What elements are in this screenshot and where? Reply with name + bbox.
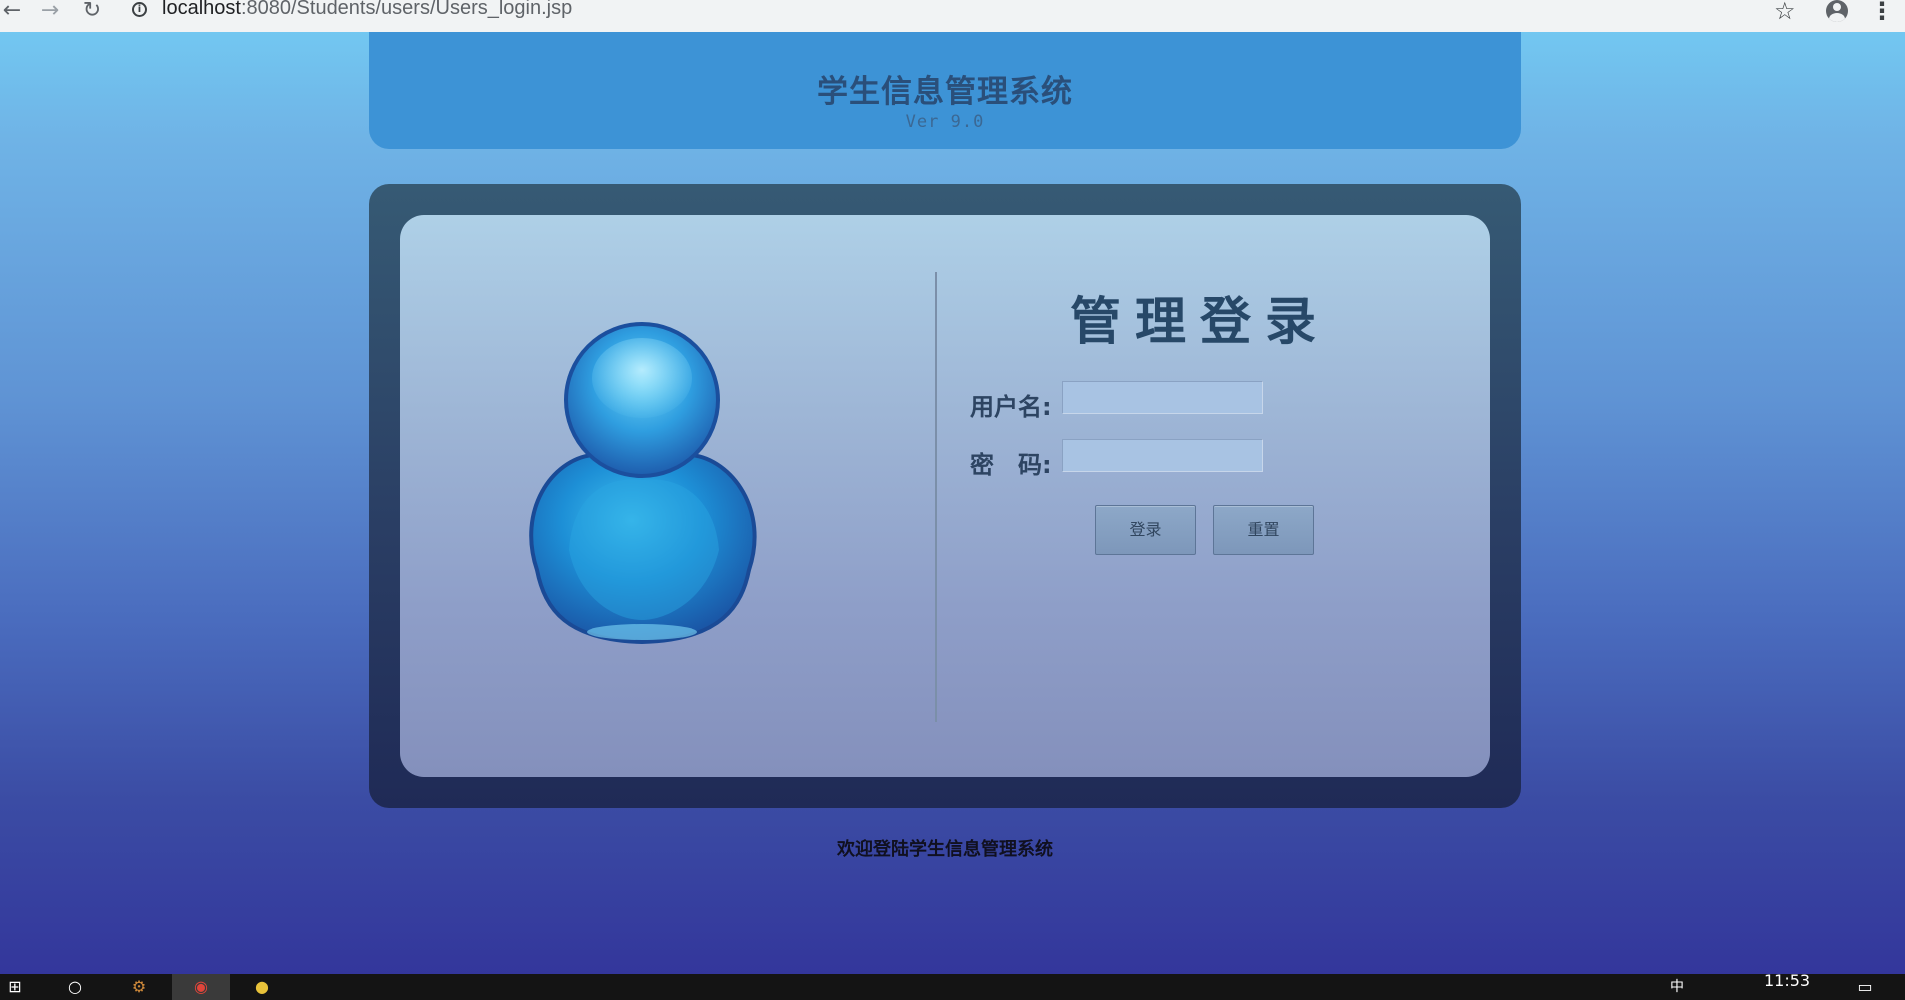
windows-taskbar: ⊞ ○ ⚙ ◉ ● 中 11:53 ▭ [0, 971, 1905, 1000]
username-input[interactable] [1062, 381, 1263, 414]
login-panel: 管理登录 用户名: 密 码: 登录 重置 [400, 215, 1490, 777]
login-button[interactable]: 登录 [1095, 505, 1196, 555]
notification-icon[interactable]: ▭ [1850, 974, 1880, 1000]
url-path: :8080/Students/users/Users_login.jsp [240, 0, 573, 19]
username-label: 用户名: [970, 393, 1052, 421]
profile-icon[interactable] [1826, 0, 1848, 22]
search-icon[interactable]: ○ [60, 974, 90, 1000]
ime-indicator[interactable]: 中 [1665, 974, 1689, 1000]
password-input[interactable] [1062, 439, 1263, 472]
address-bar[interactable]: i localhost:8080/Students/users/Users_lo… [122, 0, 1822, 24]
start-icon[interactable]: ⊞ [0, 974, 30, 1000]
user-avatar-icon [529, 322, 757, 645]
url-text[interactable]: localhost:8080/Students/users/Users_logi… [162, 0, 572, 20]
site-info-icon[interactable]: i [132, 2, 147, 17]
system-version: Ver 9.0 [905, 112, 985, 132]
chrome-icon[interactable]: ◉ [172, 974, 230, 1000]
back-icon[interactable]: ← [0, 0, 28, 28]
bookmark-star-icon[interactable]: ☆ [1774, 0, 1796, 25]
url-host: localhost [162, 0, 241, 19]
password-label: 密 码: [970, 451, 1052, 479]
browser-toolbar: ← → ↻ i localhost:8080/Students/users/Us… [0, 0, 1905, 32]
settings-app-icon[interactable]: ⚙ [122, 974, 156, 1000]
panel-divider [935, 272, 937, 722]
app-icon[interactable]: ● [245, 974, 279, 1000]
reload-icon[interactable]: ↻ [76, 0, 108, 28]
browser-menu-icon[interactable]: ⋮ [1870, 0, 1894, 25]
system-header: 学生信息管理系统 Ver 9.0 [369, 32, 1521, 149]
reset-button[interactable]: 重置 [1213, 505, 1314, 555]
system-title: 学生信息管理系统 [817, 74, 1073, 110]
welcome-message: 欢迎登陆学生信息管理系统 [837, 839, 1053, 860]
taskbar-clock[interactable]: 11:53 [1764, 971, 1810, 990]
login-frame: 管理登录 用户名: 密 码: 登录 重置 [369, 184, 1521, 808]
forward-icon[interactable]: → [34, 0, 66, 28]
login-title: 管理登录 [1069, 293, 1330, 352]
